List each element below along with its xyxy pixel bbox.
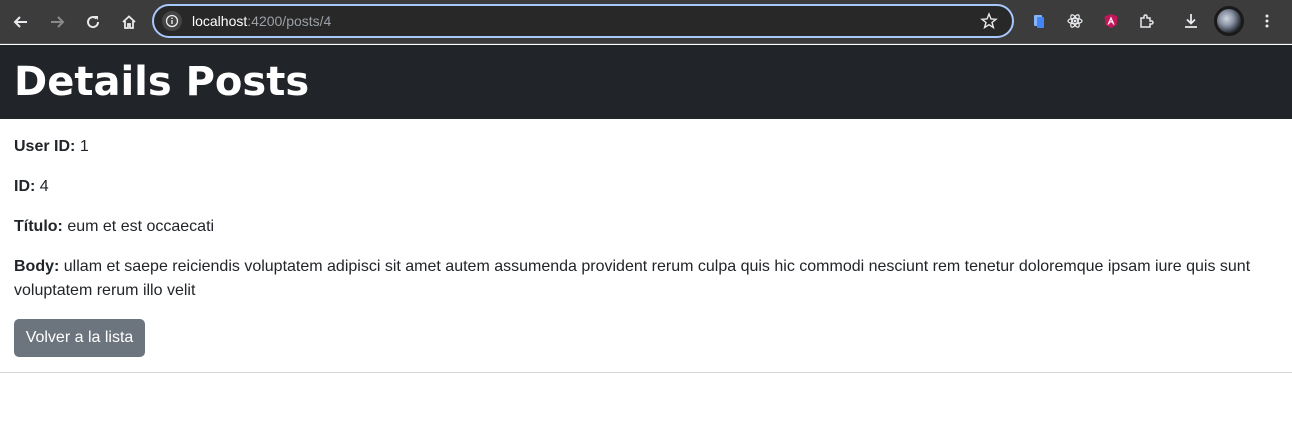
user-id-row: User ID: 1 [14,135,89,159]
body-value: ullam et saepe reiciendis voluptatem adi… [14,258,1251,299]
divider [0,372,1292,373]
back-arrow-icon[interactable] [6,7,36,37]
extension-files-icon[interactable] [1024,6,1054,36]
id-label: ID: [14,178,36,195]
download-icon[interactable] [1176,6,1206,36]
url-host: localhost [192,13,248,29]
body-row: Body: ullam et saepe reiciendis voluptat… [14,255,1278,303]
id-value: 4 [39,178,49,195]
react-devtools-icon[interactable] [1060,6,1090,36]
home-icon[interactable] [114,7,144,37]
kebab-menu-icon[interactable] [1252,6,1282,36]
page-header: Details Posts [0,45,1292,119]
profile-avatar[interactable] [1214,6,1244,36]
back-to-list-button[interactable]: Volver a la lista [14,319,145,357]
address-bar[interactable]: localhost:4200/posts/4 [152,4,1014,38]
reload-icon[interactable] [78,7,108,37]
extensions-puzzle-icon[interactable] [1132,6,1162,36]
body-label: Body: [14,258,60,275]
site-info-icon[interactable] [162,11,182,31]
id-row: ID: 4 [14,175,49,199]
titulo-row: Título: eum et est occaecati [14,215,214,239]
forward-arrow-icon[interactable] [42,7,72,37]
user-id-label: User ID: [14,138,76,155]
titulo-value: eum et est occaecati [67,218,215,235]
bookmark-star-icon[interactable] [980,12,998,30]
extensions-area [1024,6,1288,36]
url-path: :4200/posts/4 [247,13,332,29]
angular-devtools-icon[interactable] [1096,6,1126,36]
browser-toolbar: localhost:4200/posts/4 [0,0,1292,44]
user-id-value: 1 [79,138,89,155]
page-title: Details Posts [14,59,310,105]
url-text[interactable]: localhost:4200/posts/4 [192,13,331,29]
titulo-label: Título: [14,218,63,235]
